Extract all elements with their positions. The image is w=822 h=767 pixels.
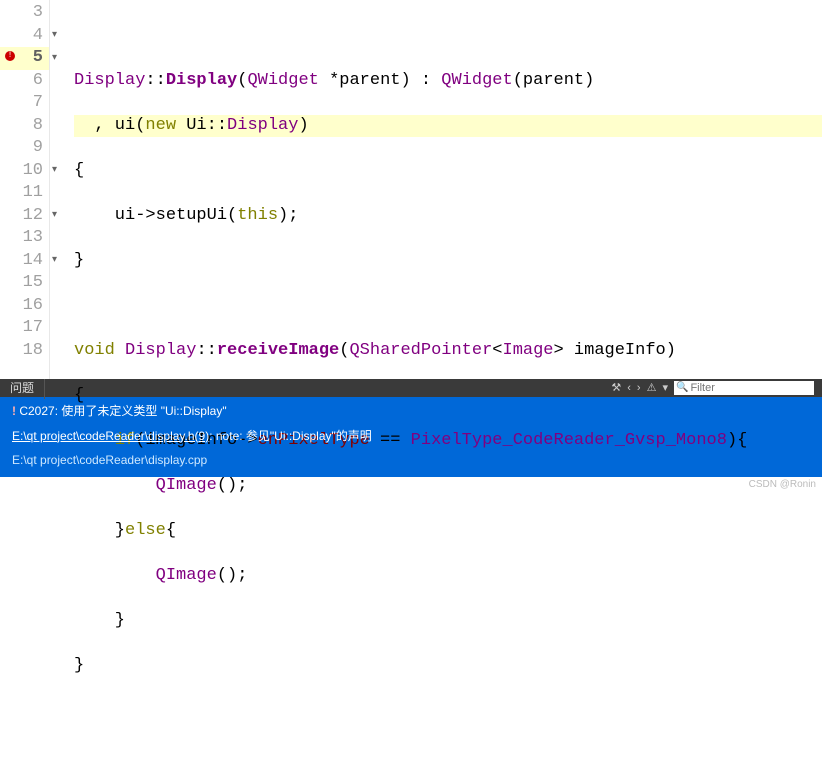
- code-line: [74, 25, 822, 48]
- line-number: 17: [0, 317, 49, 340]
- fold-column: ▾ ▾ ▾ ▾ ▾: [50, 0, 70, 379]
- fold-toggle-icon[interactable]: ▾: [52, 205, 57, 228]
- tools-icon[interactable]: ⚒: [611, 377, 621, 400]
- line-number: 16: [0, 295, 49, 318]
- code-area[interactable]: Display::Display(QWidget *parent) : QWid…: [70, 0, 822, 379]
- code-line-current: , ui(new Ui::Display): [74, 115, 822, 138]
- line-number: 8: [0, 115, 49, 138]
- issues-panel-toolbar: ⚒ ‹ › ⚠ ▾ 🔍: [611, 377, 822, 400]
- issues-panel-title[interactable]: 问题: [0, 377, 45, 400]
- code-editor[interactable]: 3 4 5 ! 6 7 8 9 10 11 12 13 14 15 16 17 …: [0, 0, 822, 379]
- line-number: 11: [0, 182, 49, 205]
- code-line: }: [74, 610, 822, 633]
- filter-funnel-icon[interactable]: ▾: [662, 377, 668, 400]
- search-icon: 🔍: [674, 377, 690, 400]
- line-number: 3: [0, 2, 49, 25]
- fold-toggle-icon[interactable]: ▾: [52, 25, 57, 48]
- code-line: ui->setupUi(this);: [74, 205, 822, 228]
- code-line: Display::Display(QWidget *parent) : QWid…: [74, 70, 822, 93]
- filter-input[interactable]: [690, 382, 800, 394]
- line-number: 9: [0, 137, 49, 160]
- watermark: CSDN @Ronin: [749, 474, 816, 497]
- warning-icon[interactable]: ⚠: [647, 377, 657, 400]
- fold-toggle-icon[interactable]: ▾: [52, 48, 57, 71]
- error-marker-icon[interactable]: !: [5, 51, 15, 61]
- fold-toggle-icon[interactable]: ▾: [52, 160, 57, 183]
- line-number: 15: [0, 272, 49, 295]
- code-line: }: [74, 250, 822, 273]
- code-line: [74, 700, 822, 723]
- line-number: 7: [0, 92, 49, 115]
- code-line: {: [74, 160, 822, 183]
- line-number: 18: [0, 340, 49, 363]
- code-line: QImage();: [74, 565, 822, 588]
- filter-box[interactable]: 🔍: [674, 381, 814, 395]
- line-number: 6: [0, 70, 49, 93]
- error-icon: !: [12, 404, 16, 418]
- file-link[interactable]: E:\qt project\codeReader\display.h(9): [12, 429, 209, 443]
- fold-toggle-icon[interactable]: ▾: [52, 250, 57, 273]
- code-line: void Display::receiveImage(QSharedPointe…: [74, 340, 822, 363]
- line-number: 14: [0, 250, 49, 273]
- code-line: }else{: [74, 520, 822, 543]
- prev-icon[interactable]: ‹: [627, 377, 631, 400]
- line-number: 12: [0, 205, 49, 228]
- next-icon[interactable]: ›: [637, 377, 641, 400]
- code-line: }: [74, 655, 822, 678]
- line-number: 13: [0, 227, 49, 250]
- line-number-gutter: 3 4 5 ! 6 7 8 9 10 11 12 13 14 15 16 17 …: [0, 0, 50, 379]
- line-number: 4: [0, 25, 49, 48]
- line-number: 10: [0, 160, 49, 183]
- code-line: [74, 295, 822, 318]
- code-line: QImage();: [74, 475, 822, 498]
